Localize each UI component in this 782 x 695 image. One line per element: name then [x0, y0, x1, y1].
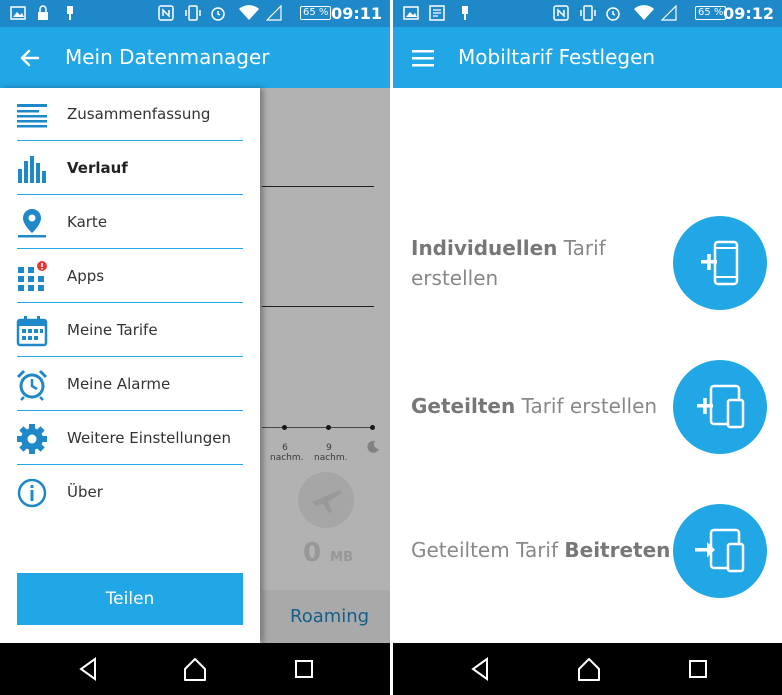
- option-individual-tariff[interactable]: Individuellen Tarif erstellen: [393, 215, 782, 315]
- status-bar: 65 % 09:11: [0, 0, 390, 27]
- add-phone-icon: [701, 240, 739, 286]
- image-notification-icon: [403, 6, 419, 20]
- back-arrow-icon[interactable]: [16, 44, 44, 72]
- menu-item-label: Verlauf: [67, 159, 128, 177]
- lock-notification-icon: [38, 5, 48, 20]
- menu-item-karte[interactable]: Karte: [0, 196, 260, 249]
- left-screen: 65 % 09:11 Mein Datenmanager 6 nachm. 9 na…: [0, 0, 390, 695]
- info-icon: [17, 478, 47, 508]
- battery-indicator: 65 %: [695, 6, 727, 20]
- menu-item-label: Apps: [67, 267, 105, 285]
- option-shared-tariff-join[interactable]: Geteiltem Tarif Beitreten: [393, 503, 782, 603]
- notes-notification-icon: [429, 5, 445, 21]
- menu-separator: [17, 194, 243, 195]
- alarm-status-icon: [211, 7, 225, 21]
- navigation-drawer: Zusammenfassung Verlauf Karte Apps Meine…: [0, 88, 260, 643]
- menu-separator: [17, 410, 243, 411]
- menu-separator: [17, 302, 243, 303]
- join-devices-button[interactable]: [673, 504, 767, 598]
- menu-item-label: Zusammenfassung: [67, 105, 211, 123]
- menu-item-meine-alarme[interactable]: Meine Alarme: [0, 358, 260, 411]
- option-label: Geteiltem Tarif Beitreten: [411, 538, 671, 562]
- app-bar: Mein Datenmanager: [0, 27, 390, 88]
- right-screen: 65 % 09:12 Mobiltarif Festlegen Individu…: [393, 0, 782, 695]
- nav-home-icon[interactable]: [181, 655, 209, 683]
- menu-separator: [17, 464, 243, 465]
- wifi-icon: [239, 5, 259, 20]
- signal-icon: [661, 5, 677, 21]
- menu-item-label: Meine Tarife: [67, 321, 158, 339]
- nav-recents-icon[interactable]: [290, 655, 318, 683]
- hamburger-menu-icon[interactable]: [409, 44, 437, 72]
- nfc-icon: [158, 5, 174, 21]
- app-bar: Mobiltarif Festlegen: [393, 27, 782, 88]
- menu-item-label: Karte: [67, 213, 108, 231]
- menu-item-verlauf[interactable]: Verlauf: [0, 142, 260, 195]
- option-label: Individuellen Tarif erstellen: [411, 236, 606, 290]
- map-pin-icon: [18, 209, 46, 238]
- nfc-icon: [553, 5, 569, 21]
- summary-list-icon: [17, 104, 47, 128]
- history-bars-icon: [18, 156, 46, 183]
- system-nav-bar: [0, 643, 390, 695]
- gear-icon: [17, 424, 47, 454]
- usb-notification-icon: [67, 6, 73, 20]
- alarm-status-icon: [606, 7, 620, 21]
- menu-item-label: Weitere Einstellungen: [67, 429, 231, 447]
- add-devices-icon: [697, 384, 745, 429]
- menu-item-label: Meine Alarme: [67, 375, 171, 393]
- image-notification-icon: [10, 6, 26, 20]
- usb-notification-icon: [462, 6, 468, 20]
- option-label: Geteilten Tarif erstellen: [411, 394, 658, 418]
- nav-recents-icon[interactable]: [684, 655, 712, 683]
- menu-item-zusammenfassung[interactable]: Zusammenfassung: [0, 88, 260, 141]
- menu-item-apps[interactable]: Apps: [0, 250, 260, 303]
- menu-item-weitere-einstellungen[interactable]: Weitere Einstellungen: [0, 412, 260, 465]
- calendar-icon: [16, 316, 48, 347]
- menu-separator: [17, 248, 243, 249]
- menu-item-ueber[interactable]: Über: [0, 466, 260, 519]
- menu-separator: [17, 140, 243, 141]
- status-bar: 65 % 09:12: [393, 0, 782, 27]
- signal-icon: [266, 5, 282, 21]
- menu-item-meine-tarife[interactable]: Meine Tarife: [0, 304, 260, 357]
- join-devices-icon: [695, 528, 745, 573]
- nav-back-icon[interactable]: [467, 655, 495, 683]
- alarm-clock-icon: [16, 369, 48, 401]
- vibrate-icon: [185, 5, 201, 21]
- share-button[interactable]: Teilen: [17, 573, 243, 625]
- status-time: 09:11: [331, 4, 382, 23]
- wifi-icon: [634, 5, 654, 20]
- nav-back-icon[interactable]: [75, 655, 103, 683]
- status-time: 09:12: [723, 4, 774, 23]
- app-title: Mobiltarif Festlegen: [458, 45, 656, 69]
- nav-home-icon[interactable]: [575, 655, 603, 683]
- menu-separator: [17, 356, 243, 357]
- vibrate-icon: [580, 5, 596, 21]
- system-nav-bar: [393, 643, 782, 695]
- add-devices-button[interactable]: [673, 360, 767, 454]
- option-shared-tariff-create[interactable]: Geteilten Tarif erstellen: [393, 359, 782, 459]
- add-phone-button[interactable]: [673, 216, 767, 310]
- battery-indicator: 65 %: [300, 6, 332, 20]
- app-title: Mein Datenmanager: [65, 45, 270, 69]
- apps-grid-icon: [18, 261, 47, 291]
- menu-item-label: Über: [67, 483, 103, 501]
